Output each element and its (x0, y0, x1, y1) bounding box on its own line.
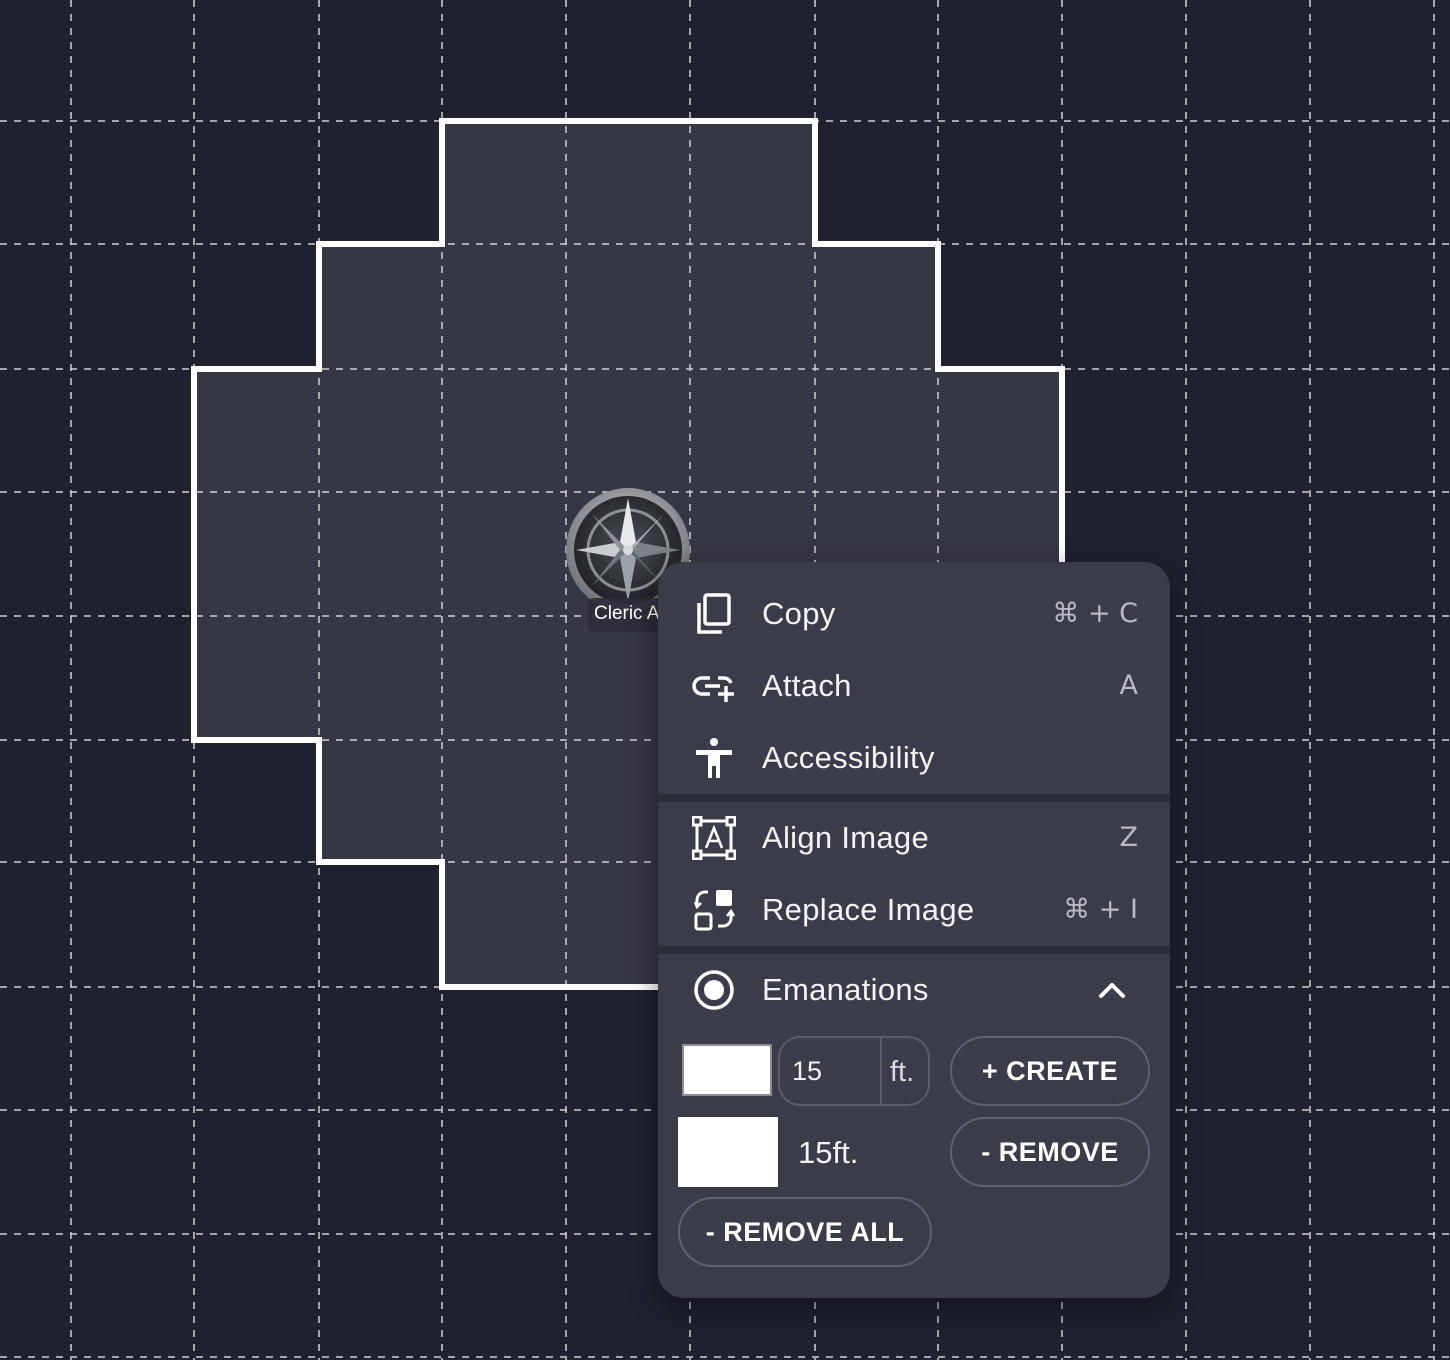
token-context-menu: Copy ⌘ + C Attach A Accessibility Align … (658, 562, 1170, 1298)
replace-image-icon (693, 890, 736, 931)
emanation-color-picker[interactable] (682, 1044, 772, 1096)
emanations-header[interactable]: Emanations (658, 954, 1170, 1026)
field-separator (880, 1038, 882, 1104)
menu-item-label: Replace Image (762, 892, 975, 927)
radio-target-icon (694, 970, 734, 1010)
attach-icon (692, 676, 734, 702)
menu-item-shortcut: A (1119, 670, 1138, 701)
emanation-color-swatch[interactable] (678, 1117, 778, 1187)
menu-item-label: Attach (762, 668, 852, 703)
emanations-label: Emanations (762, 972, 929, 1007)
menu-group-general: Copy ⌘ + C Attach A Accessibility (658, 562, 1170, 794)
menu-item-replace-image[interactable]: Replace Image ⌘ + I (658, 874, 1170, 946)
accessibility-icon (696, 738, 732, 778)
menu-item-shortcut: Z (1119, 822, 1139, 853)
menu-item-label: Accessibility (762, 740, 935, 775)
emanation-size-label: 15ft. (798, 1135, 859, 1170)
menu-group-image: Align Image Z Replace Image ⌘ + I (658, 802, 1170, 946)
menu-divider (658, 946, 1170, 954)
remove-emanation-button[interactable]: - REMOVE (950, 1117, 1150, 1187)
menu-item-copy[interactable]: Copy ⌘ + C (658, 578, 1170, 650)
emanation-distance-unit: ft. (890, 1056, 915, 1088)
create-emanation-button[interactable]: + CREATE (950, 1036, 1150, 1106)
remove-all-emanations-button[interactable]: - REMOVE ALL (678, 1197, 932, 1267)
menu-item-label: Align Image (762, 820, 930, 855)
menu-item-accessibility[interactable]: Accessibility (658, 722, 1170, 794)
chevron-up-icon[interactable] (1094, 972, 1130, 1008)
align-image-icon (692, 816, 736, 860)
copy-icon (697, 593, 731, 634)
menu-item-label: Copy (762, 596, 836, 631)
menu-divider (658, 794, 1170, 802)
menu-item-align-image[interactable]: Align Image Z (658, 802, 1170, 874)
emanation-distance-field[interactable]: 15 ft. (778, 1036, 930, 1106)
menu-item-shortcut: ⌘ + C (1052, 598, 1138, 629)
menu-item-shortcut: ⌘ + I (1063, 894, 1138, 925)
menu-item-attach[interactable]: Attach A (658, 650, 1170, 722)
emanation-distance-input[interactable]: 15 (792, 1038, 822, 1104)
